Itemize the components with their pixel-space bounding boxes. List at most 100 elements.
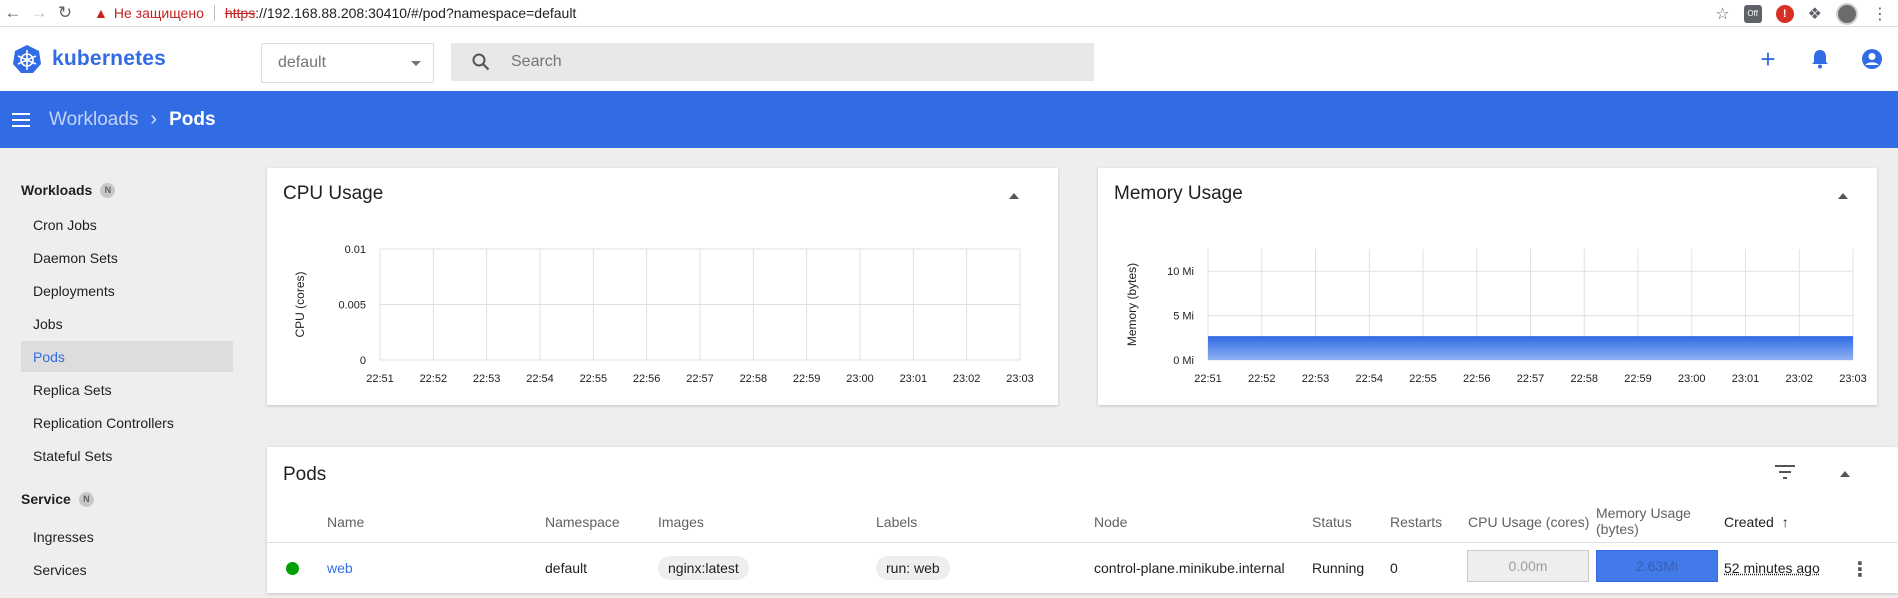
hamburger-menu-icon[interactable] bbox=[0, 91, 42, 148]
sidebar-item-label: Replication Controllers bbox=[33, 414, 174, 431]
sidebar-section-workloads[interactable]: Workloads N bbox=[21, 182, 116, 198]
sidebar: Workloads N Cron Jobs Daemon Sets Deploy… bbox=[0, 148, 245, 598]
extensions-puzzle-icon[interactable]: ❖ bbox=[1808, 4, 1822, 24]
sidebar-item-jobs[interactable]: Jobs bbox=[21, 308, 233, 339]
address-bar[interactable]: ▲ Не защищено https ://192.168.88.208:30… bbox=[94, 5, 576, 21]
x-tick-label: 22:57 bbox=[1517, 373, 1545, 385]
namespace-selector[interactable]: default bbox=[261, 43, 434, 83]
column-header-cpu[interactable]: CPU Usage (cores) bbox=[1468, 514, 1589, 530]
memory-usage-value: 2.63Mi bbox=[1635, 558, 1679, 574]
memory-usage-sparkline: 2.63Mi bbox=[1596, 550, 1718, 582]
profile-avatar[interactable] bbox=[1836, 2, 1858, 25]
x-tick-label: 22:55 bbox=[1409, 373, 1437, 385]
x-tick-label: 22:58 bbox=[1570, 373, 1598, 385]
x-tick-label: 22:53 bbox=[473, 373, 501, 385]
sidebar-item-label: Stateful Sets bbox=[33, 447, 113, 464]
app-header: kubernetes default Search + bbox=[0, 27, 1898, 91]
column-header-node[interactable]: Node bbox=[1094, 514, 1127, 530]
cpu-usage-chart: 22:51 22:52 22:53 22:54 22:55 22:56 22:57 22:58… bbox=[293, 244, 1034, 385]
namespaced-badge: N bbox=[100, 182, 116, 198]
header-divider bbox=[267, 542, 1898, 543]
forward-icon[interactable]: → bbox=[26, 0, 52, 26]
pod-name-link[interactable]: web bbox=[327, 560, 353, 576]
sidebar-section-service[interactable]: Service N bbox=[21, 491, 94, 507]
filter-icon[interactable] bbox=[1775, 465, 1795, 484]
collapse-icon[interactable] bbox=[1840, 471, 1850, 477]
breadcrumb-workloads[interactable]: Workloads bbox=[49, 109, 138, 131]
y-axis-title: Memory (bytes) bbox=[1125, 263, 1139, 346]
pods-card: Pods Name Namespace Images Labels Node S… bbox=[267, 447, 1898, 593]
page-title: Pods bbox=[169, 108, 216, 130]
label-chip: run: web bbox=[876, 556, 950, 580]
x-tick-label: 22:52 bbox=[1248, 373, 1276, 385]
x-tick-label: 22:51 bbox=[1194, 373, 1222, 385]
x-tick-label: 22:58 bbox=[740, 373, 768, 385]
sidebar-item-label: Services bbox=[33, 561, 87, 578]
adblock-extension-icon[interactable]: ! bbox=[1775, 4, 1794, 23]
x-tick-label: 23:02 bbox=[953, 373, 981, 385]
status-running-icon bbox=[286, 562, 299, 575]
x-tick-label: 23:01 bbox=[1732, 373, 1760, 385]
reload-icon[interactable]: ↻ bbox=[52, 0, 78, 26]
sidebar-item-label: Ingresses bbox=[33, 528, 94, 545]
x-tick-label: 22:59 bbox=[793, 373, 821, 385]
sidebar-item-daemon-sets[interactable]: Daemon Sets bbox=[21, 242, 233, 273]
column-header-created[interactable]: Created ↑ bbox=[1724, 514, 1789, 530]
create-plus-icon[interactable]: + bbox=[1742, 27, 1794, 91]
sidebar-item-replica-sets[interactable]: Replica Sets bbox=[21, 374, 233, 405]
sidebar-item-cron-jobs[interactable]: Cron Jobs bbox=[21, 209, 233, 240]
divider bbox=[213, 5, 215, 21]
column-header-status[interactable]: Status bbox=[1312, 514, 1352, 530]
x-tick-label: 22:56 bbox=[1463, 373, 1491, 385]
pod-restarts: 0 bbox=[1390, 560, 1398, 576]
notifications-bell-icon[interactable] bbox=[1794, 27, 1846, 91]
sidebar-item-ingresses[interactable]: Ingresses bbox=[21, 521, 233, 552]
sidebar-item-label: Daemon Sets bbox=[33, 249, 118, 266]
row-actions-menu-icon[interactable]: ⋮ bbox=[1850, 557, 1870, 582]
extension-off-icon[interactable]: Off bbox=[1743, 4, 1762, 23]
search-icon bbox=[451, 53, 511, 71]
x-tick-label: 22:54 bbox=[526, 373, 554, 385]
y-tick-label: 10 Mi bbox=[1167, 266, 1194, 278]
column-header-name[interactable]: Name bbox=[327, 514, 364, 530]
x-tick-label: 22:54 bbox=[1355, 373, 1383, 385]
sidebar-item-label: Jobs bbox=[33, 315, 63, 332]
search-bar[interactable]: Search bbox=[451, 43, 1094, 81]
pod-created: 52 minutes ago bbox=[1724, 560, 1820, 576]
kubernetes-logo[interactable]: kubernetes bbox=[12, 44, 262, 74]
bookmark-star-icon[interactable]: ☆ bbox=[1715, 4, 1729, 24]
y-tick-label: 0.01 bbox=[345, 244, 366, 256]
sidebar-item-replication-controllers[interactable]: Replication Controllers bbox=[21, 407, 233, 438]
column-header-namespace[interactable]: Namespace bbox=[545, 514, 620, 530]
column-header-memory-line1: Memory Usage bbox=[1596, 505, 1691, 521]
x-tick-label: 22:55 bbox=[580, 373, 608, 385]
sidebar-item-label: Deployments bbox=[33, 282, 115, 299]
browser-menu-icon[interactable]: ⋮ bbox=[1872, 4, 1888, 24]
logo-text: kubernetes bbox=[52, 47, 167, 70]
x-tick-label: 22:51 bbox=[366, 373, 394, 385]
memory-usage-chart: 22:51 22:52 22:53 22:54 22:55 22:56 22:57 22:58… bbox=[1125, 249, 1867, 385]
column-header-memory[interactable]: Memory Usage (bytes) bbox=[1596, 505, 1691, 537]
sidebar-item-stateful-sets[interactable]: Stateful Sets bbox=[21, 440, 233, 471]
sidebar-item-label: Cron Jobs bbox=[33, 216, 97, 233]
y-axis-title: CPU (cores) bbox=[293, 271, 307, 337]
sidebar-item-services[interactable]: Services bbox=[21, 554, 233, 585]
warning-icon: ▲ bbox=[94, 5, 108, 21]
column-header-labels: Labels bbox=[876, 514, 918, 530]
sidebar-item-label: Pods bbox=[33, 348, 65, 365]
column-header-restarts[interactable]: Restarts bbox=[1390, 514, 1442, 530]
cpu-usage-card: CPU Usage 22:51 22:52 22:53 22:54 22:55 22:56… bbox=[267, 168, 1058, 405]
x-tick-label: 23:03 bbox=[1006, 373, 1034, 385]
sidebar-item-deployments[interactable]: Deployments bbox=[21, 275, 233, 306]
back-icon[interactable]: ← bbox=[0, 0, 26, 26]
pod-namespace: default bbox=[545, 560, 588, 576]
account-icon[interactable] bbox=[1846, 27, 1898, 91]
x-tick-label: 23:03 bbox=[1839, 373, 1867, 385]
x-tick-label: 22:59 bbox=[1624, 373, 1652, 385]
x-tick-label: 23:00 bbox=[1678, 373, 1706, 385]
url-path: ://192.168.88.208:30410/#/pod?namespace=… bbox=[255, 5, 577, 21]
search-input[interactable]: Search bbox=[511, 53, 562, 71]
namespace-value: default bbox=[278, 54, 327, 71]
sidebar-item-pods[interactable]: Pods bbox=[21, 341, 233, 372]
url-scheme: https bbox=[224, 5, 256, 21]
